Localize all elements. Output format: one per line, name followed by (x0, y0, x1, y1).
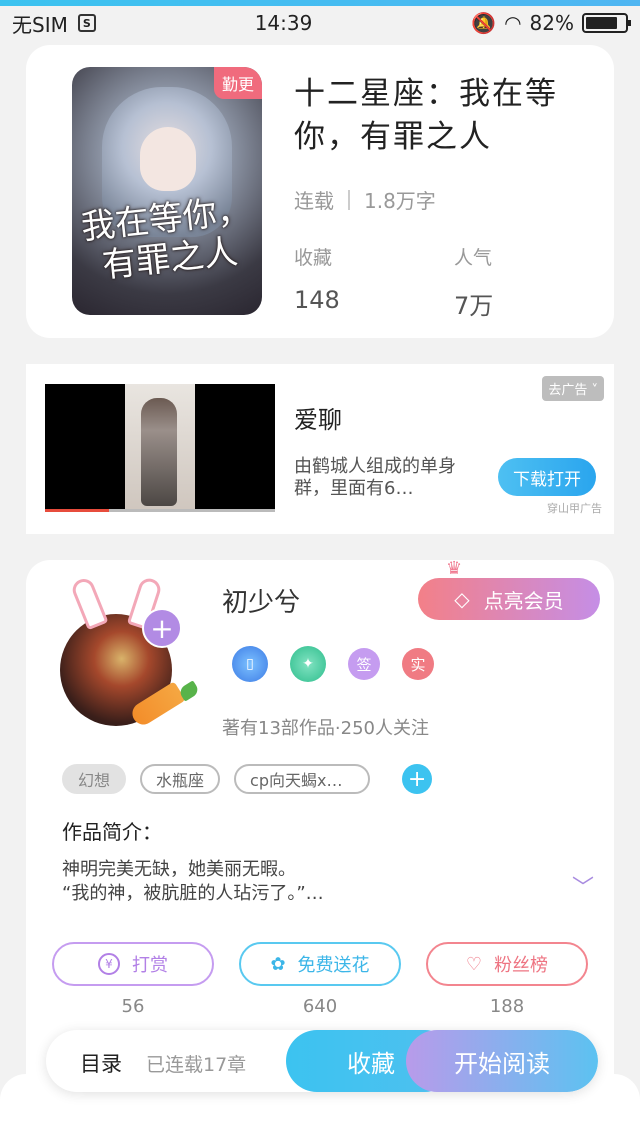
battery-fill (586, 17, 618, 29)
follow-plus-icon[interactable]: + (142, 608, 182, 648)
start-reading-button[interactable]: 开始阅读 (406, 1030, 598, 1092)
chapter-count[interactable]: 已连载17章 (146, 1050, 246, 1077)
popularity-stat: 人气 7万 (454, 243, 493, 321)
fans-count: 188 (489, 996, 525, 1017)
ad-video-progress (45, 509, 275, 512)
ad-banner[interactable]: 爱聊 由鹤城人组成的单身群，里面有6… 去广告 ˅ 下载打开 穿山甲广告 (26, 364, 614, 534)
ad-video-progress-fill (45, 509, 110, 512)
verified-badge[interactable]: 实 (402, 648, 434, 680)
cover-face (140, 127, 196, 191)
fans-icon: ♡ (465, 953, 483, 975)
intro-text: 神明完美无缺，她美丽无暇。 “我的神，被肮脏的人玷污了。”… (62, 859, 324, 904)
signed-badge[interactable]: 签 (348, 648, 380, 680)
author-badges: ▯ ✦ 签 实 (232, 646, 434, 682)
fans-rank-label: 粉丝榜 (494, 955, 549, 976)
battery-percent: 82% (529, 11, 574, 35)
reward-count: 56 (121, 996, 145, 1017)
handshake-badge-icon[interactable]: ✦ (290, 646, 326, 682)
flower-icon: ✿ (270, 953, 286, 975)
favorites-label: 收藏 (294, 247, 333, 269)
battery-icon (582, 13, 631, 33)
bottom-action-bar: 目录 已连载17章 收藏 开始阅读 (46, 1030, 598, 1092)
book-meta: 连载 1.8万字 (294, 185, 436, 214)
send-flower-button[interactable]: ✿ 免费送花 (239, 942, 401, 986)
yen-icon: ¥ (98, 953, 120, 975)
vip-button-label: 点亮会员 (483, 588, 564, 613)
vip-button[interactable]: ◇ 点亮会员 (418, 578, 600, 620)
flower-action: ✿ 免费送花 640 (239, 942, 401, 1017)
tag-item[interactable]: 水瓶座 (140, 764, 221, 794)
book-info-card: 我在等你，有罪之人 勤更 十二星座：我在等你，有罪之人 连载 1.8万字 收藏 … (26, 45, 614, 338)
meta-divider (348, 189, 350, 210)
tag-item[interactable]: cp向天蝎x… (234, 764, 371, 794)
ad-title: 爱聊 (294, 406, 342, 434)
carrier-label: 无SIM (12, 12, 68, 37)
chevron-down-icon[interactable]: ﹀ (572, 870, 594, 902)
ad-video-figure (141, 398, 177, 506)
wifi-icon: ◠ (504, 11, 522, 35)
ad-description: 由鹤城人组成的单身群，里面有6… (294, 456, 456, 499)
ad-download-button[interactable]: 下载打开 (498, 458, 596, 496)
phone-badge-icon[interactable]: ▯ (232, 646, 268, 682)
clock: 14:39 (254, 11, 313, 35)
book-cover[interactable]: 我在等你，有罪之人 勤更 (72, 67, 262, 315)
serial-status: 连载 (294, 189, 334, 213)
update-badge: 勤更 (213, 67, 262, 99)
tag-list: 幻想 水瓶座 cp向天蝎x… + (62, 764, 433, 794)
favorites-stat: 收藏 148 (294, 243, 340, 314)
send-flower-label: 免费送花 (297, 955, 370, 976)
ad-source: 穿山甲广告 (547, 502, 602, 515)
toc-button[interactable]: 目录 (80, 1048, 122, 1078)
mute-icon: 🔕 (471, 11, 497, 35)
diamond-icon: ◇ (454, 587, 470, 611)
reward-button[interactable]: ¥ 打赏 (52, 942, 214, 986)
bunny-ear-left (69, 575, 109, 631)
favorites-value: 148 (294, 286, 340, 314)
ad-video[interactable] (45, 384, 275, 512)
action-row: ¥ 打赏 56 ✿ 免费送花 640 ♡ 粉丝榜 188 (52, 942, 588, 1017)
fans-action: ♡ 粉丝榜 188 (426, 942, 588, 1017)
author-stats: 著有13部作品·250人关注 (222, 718, 429, 739)
remove-ad-label: 去广告 (548, 383, 588, 398)
popularity-value: 7万 (454, 292, 494, 320)
add-tag-icon[interactable]: + (402, 764, 433, 794)
author-avatar-wrap[interactable]: + (60, 575, 201, 729)
flower-count: 640 (302, 996, 338, 1017)
tag-item[interactable]: 幻想 (62, 764, 127, 794)
book-title: 十二星座：我在等你，有罪之人 (294, 76, 558, 155)
author-name[interactable]: 初少兮 (222, 582, 300, 619)
reward-label: 打赏 (132, 955, 168, 976)
word-count: 1.8万字 (364, 189, 436, 213)
reward-action: ¥ 打赏 56 (52, 942, 214, 1017)
sim-icon: S (77, 14, 96, 32)
crown-icon: ♛ (446, 558, 463, 579)
remove-ad-button[interactable]: 去广告 ˅ (542, 376, 604, 401)
status-bar: 无SIM S 14:39 🔕 ◠ 82% (0, 6, 640, 40)
intro-label: 作品简介： (62, 820, 162, 844)
popularity-label: 人气 (454, 247, 493, 269)
fans-rank-button[interactable]: ♡ 粉丝榜 (426, 942, 588, 986)
